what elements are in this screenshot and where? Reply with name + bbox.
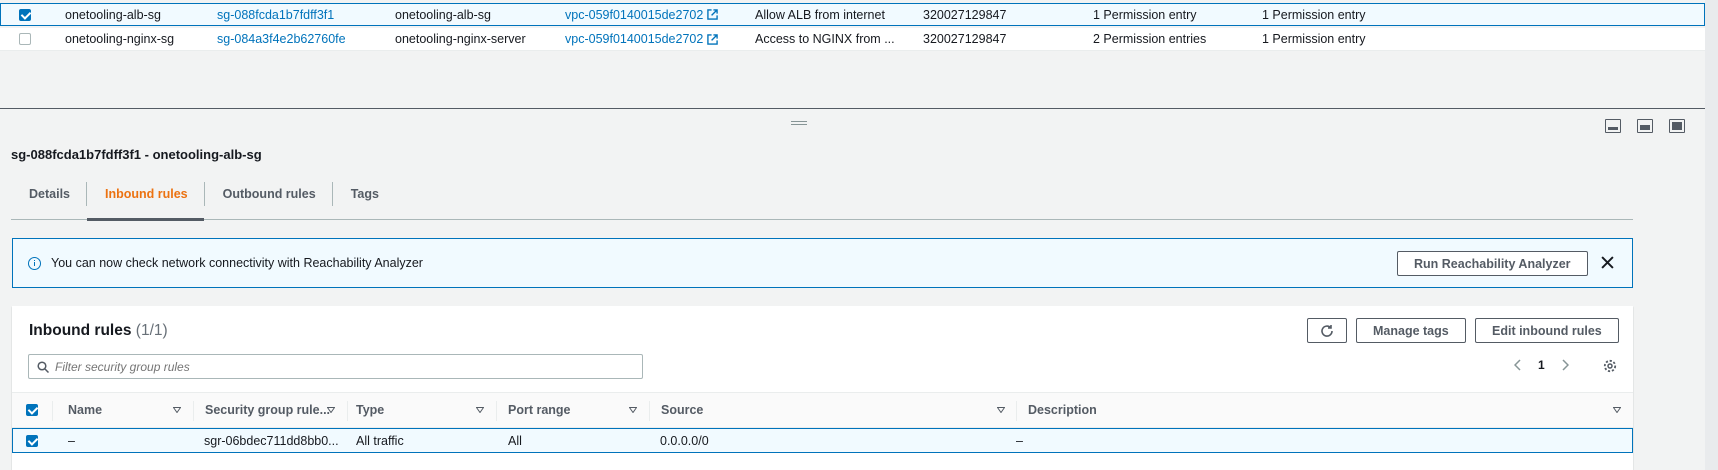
sg-inbound-count: 2 Permission entries [1093,32,1207,46]
column-type[interactable]: Type [356,393,496,427]
sg-id-link[interactable]: sg-088fcda1b7fdff3f1 [217,4,334,25]
view-full-panel-icon[interactable] [1669,119,1685,133]
external-link-icon[interactable] [707,9,719,20]
sg-group-name: onetooling-nginx-server [395,32,526,46]
chevron-left-icon[interactable] [1514,359,1522,371]
resize-handle[interactable] [791,121,807,125]
table-row[interactable]: onetooling-nginx-sg sg-084a3f4e2b62760fe… [0,28,1705,51]
vpc-id-link[interactable]: vpc-059f0140015de2702 [565,8,703,22]
close-icon[interactable] [1601,256,1614,269]
column-label: Name [68,403,103,417]
refresh-icon [1321,324,1333,337]
scrollbar-track[interactable] [1705,0,1718,470]
sg-inbound-count: 1 Permission entry [1093,7,1197,22]
inbound-rules-container: Inbound rules (1/1) Manage tags Edit inb… [12,306,1633,470]
external-link-icon[interactable] [707,33,719,45]
sg-group-name: onetooling-alb-sg [395,7,491,22]
view-split-panel-icon[interactable] [1637,119,1653,133]
column-label: Security group rule... [205,403,331,417]
sort-icon [476,407,484,413]
sg-name: onetooling-alb-sg [65,7,161,22]
select-all-checkbox[interactable] [26,404,38,416]
security-groups-table: onetooling-alb-sg sg-088fcda1b7fdff3f1 o… [0,0,1718,108]
rule-id: sgr-06bdec711dd8bb0... [204,433,339,448]
vpc-id-link[interactable]: vpc-059f0140015de2702 [565,32,703,46]
refresh-button[interactable] [1307,318,1347,343]
table-row[interactable]: onetooling-alb-sg sg-088fcda1b7fdff3f1 o… [0,3,1705,26]
sg-name: onetooling-nginx-sg [65,32,175,46]
column-port-range[interactable]: Port range [508,393,649,427]
sg-owner: 320027129847 [923,7,1007,22]
sort-icon [327,407,335,413]
tab-details[interactable]: Details [11,180,86,220]
column-name[interactable]: Name [68,393,193,427]
table-row[interactable]: – sgr-06bdec711dd8bb0... All traffic All… [12,428,1633,453]
current-page[interactable]: 1 [1538,358,1545,372]
panel-view-switcher [1605,119,1685,133]
rule-source: 0.0.0.0/0 [660,433,709,448]
info-icon [28,256,41,270]
chevron-right-icon[interactable] [1561,359,1569,371]
rule-port-range: All [508,433,522,448]
sg-description: Allow ALB from internet [755,7,885,22]
filter-field[interactable] [28,354,643,379]
table-header: Name Security group rule... Type Port ra… [12,392,1633,428]
tab-tags[interactable]: Tags [333,180,395,220]
row-checkbox[interactable] [19,8,31,21]
sort-icon [629,407,637,413]
split-divider [0,108,1705,109]
column-label: Source [661,403,704,417]
inbound-rules-count: (1/1) [135,322,168,339]
filter-input[interactable] [55,359,635,374]
sg-description: Access to NGINX from ... [755,32,895,46]
run-reachability-analyzer-button[interactable]: Run Reachability Analyzer [1397,251,1588,276]
sg-owner: 320027129847 [923,32,1007,46]
sort-icon [173,407,181,413]
tab-inbound-rules[interactable]: Inbound rules [87,180,204,221]
banner-text: You can now check network connectivity w… [51,256,423,270]
tab-outbound-rules[interactable]: Outbound rules [205,180,332,220]
view-bottom-panel-icon[interactable] [1605,119,1621,133]
column-rule-id[interactable]: Security group rule... [205,393,347,427]
pagination: 1 [1514,358,1569,372]
column-source[interactable]: Source [661,393,1017,427]
column-label: Description [1028,403,1097,417]
rule-description: – [1016,433,1023,448]
row-checkbox[interactable] [26,434,38,447]
rule-name: – [68,433,75,448]
sg-outbound-count: 1 Permission entry [1262,32,1366,46]
gear-icon[interactable] [1603,359,1617,373]
inbound-rules-header: Inbound rules (1/1) [29,322,168,340]
column-label: Port range [508,403,571,417]
search-icon [37,360,49,373]
edit-inbound-rules-button[interactable]: Edit inbound rules [1475,318,1619,343]
tab-list: Details Inbound rules Outbound rules Tag… [11,180,1633,221]
sort-icon [997,407,1005,413]
column-label: Type [356,403,385,417]
sg-id-link[interactable]: sg-084a3f4e2b62760fe [217,28,346,50]
inbound-rules-title: Inbound rules [29,322,132,339]
row-checkbox[interactable] [19,33,31,45]
column-description[interactable]: Description [1028,393,1633,427]
manage-tags-button[interactable]: Manage tags [1356,318,1466,343]
panel-title: sg-088fcda1b7fdff3f1 - onetooling-alb-sg [11,147,262,162]
sort-icon [1613,407,1621,413]
rule-type: All traffic [356,433,404,448]
info-banner: You can now check network connectivity w… [12,238,1633,288]
sg-outbound-count: 1 Permission entry [1262,7,1366,22]
